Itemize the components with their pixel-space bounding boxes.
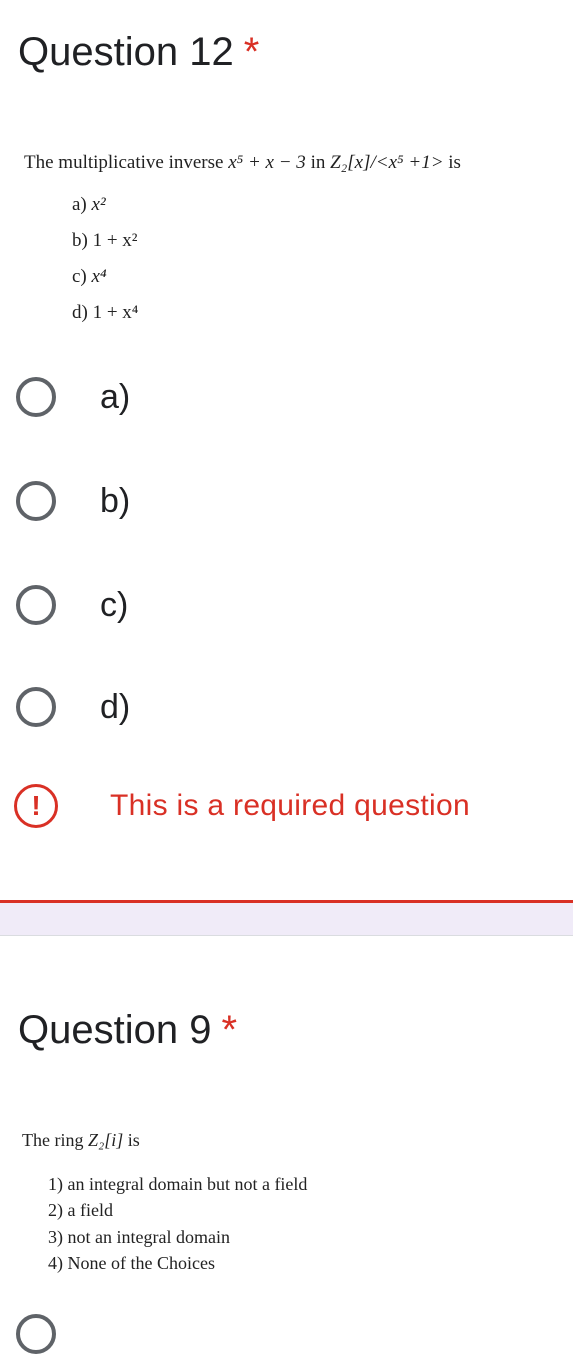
required-error: ! This is a required question — [14, 784, 470, 828]
radio-circle-icon[interactable] — [16, 377, 56, 417]
error-message: This is a required question — [110, 789, 470, 822]
radio-label: a) — [100, 377, 131, 416]
choice-item: 4) None of the Choices — [48, 1253, 215, 1273]
stem-mid: in — [305, 152, 331, 173]
question-stem: The ring Z₂[i] is — [22, 1130, 140, 1151]
choice-letter: b) — [72, 230, 88, 251]
choice-item: c) x⁴ — [72, 266, 107, 288]
choice-letter: d) — [72, 302, 88, 323]
stem-ring: Z₂[x]/<x⁵ +1> — [330, 152, 444, 173]
choice-value: x² — [91, 194, 106, 215]
choice-letter: c) — [72, 266, 87, 287]
radio-option-b[interactable]: b) — [16, 474, 130, 528]
choice-item: 3) not an integral domain — [48, 1227, 230, 1247]
radio-label: b) — [100, 481, 131, 520]
choice-item: 2) a field — [48, 1200, 113, 1220]
card-separator — [0, 903, 573, 935]
required-asterisk: * — [221, 1008, 238, 1052]
question-12-title: Question 12 * — [18, 30, 259, 75]
choice-value: 1 + x² — [92, 230, 138, 251]
question-title-text: Question 9 — [18, 1008, 212, 1052]
stem-suffix: is — [443, 152, 461, 173]
radio-circle-icon[interactable] — [16, 1314, 56, 1354]
choice-item: d) 1 + x⁴ — [72, 302, 138, 324]
radio-circle-icon[interactable] — [16, 481, 56, 521]
radio-circle-icon[interactable] — [16, 687, 56, 727]
error-exclamation-icon: ! — [14, 784, 58, 828]
divider — [0, 935, 573, 936]
choice-value: 1 + x⁴ — [92, 302, 139, 323]
stem-expression: x⁵ + x − 3 — [228, 152, 306, 173]
question-stem: The multiplicative inverse x⁵ + x − 3 in… — [24, 152, 461, 174]
radio-label: d) — [100, 687, 131, 726]
radio-label: c) — [100, 585, 129, 624]
choice-item: 1) an integral domain but not a field — [48, 1174, 308, 1194]
required-asterisk: * — [243, 30, 260, 74]
question-title-text: Question 12 — [18, 30, 234, 74]
radio-option-d[interactable]: d) — [16, 680, 130, 734]
choice-item: a) x² — [72, 194, 106, 216]
question-9-title: Question 9 * — [18, 1008, 237, 1053]
stem-suffix: is — [123, 1130, 140, 1150]
radio-option-c[interactable]: c) — [16, 578, 128, 632]
stem-prefix: The ring — [22, 1130, 88, 1150]
choice-value: x⁴ — [91, 266, 107, 287]
radio-option-a[interactable]: a) — [16, 370, 130, 424]
radio-circle-icon[interactable] — [16, 585, 56, 625]
choice-item: b) 1 + x² — [72, 230, 138, 252]
stem-prefix: The multiplicative inverse — [24, 152, 229, 173]
stem-ring: Z₂[i] — [87, 1130, 124, 1150]
choice-letter: a) — [72, 194, 87, 215]
